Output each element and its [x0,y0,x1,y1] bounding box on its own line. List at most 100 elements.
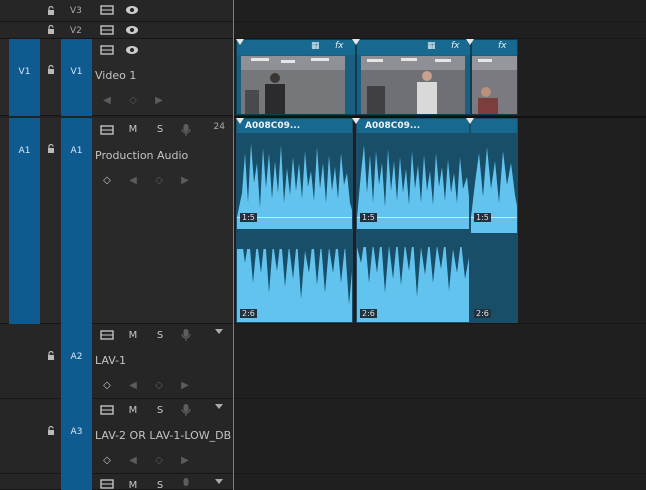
fx-badge: fx [451,41,460,51]
mute-button[interactable]: M [126,124,140,136]
prev-keyframe-icon[interactable]: ◀ [126,380,140,392]
mic-icon[interactable] [179,328,193,341]
track-target-a2[interactable]: A2 [61,324,92,399]
collapse-icon[interactable] [215,329,223,334]
mute-button[interactable]: M [126,480,140,490]
track-name-a2[interactable]: LAV-1 [95,354,126,367]
track-name-a3[interactable]: LAV-2 OR LAV-1-LOW_DB [95,429,231,442]
mic-icon[interactable] [179,403,193,416]
solo-button[interactable]: S [153,480,167,490]
keyframe-icon[interactable]: ◇ [100,380,114,392]
track-name-a1[interactable]: Production Audio [95,149,188,162]
playhead[interactable] [233,0,234,490]
track-target-a3[interactable]: A3 [61,399,92,474]
clip-header: fx [472,40,517,55]
add-keyframe-icon[interactable]: ◇ [152,455,166,467]
solo-button[interactable]: S [153,405,167,417]
edit-point-marker[interactable] [352,118,360,124]
lock-icon[interactable] [46,25,56,35]
next-keyframe-icon[interactable]: ▶ [178,380,192,392]
collapse-icon[interactable] [215,479,223,484]
video-clip[interactable]: fx ▦ [236,39,356,115]
channel-label: 2:6 [474,309,491,318]
clip-header: fx ▦ [357,40,470,55]
track-a2: A2 M S LAV-1 ◇ ◀ ◇ ▶ [0,324,233,399]
add-keyframe-icon[interactable]: ◇ [152,175,166,187]
track-a3: A3 M S LAV-2 OR LAV-1-LOW_DB ◇ ◀ ◇ ▶ [0,399,233,474]
track-target-a1[interactable]: A1 [61,118,92,324]
waveform [471,133,517,322]
prev-keyframe-icon[interactable]: ◀ [126,175,140,187]
mic-icon[interactable] [179,477,193,489]
lock-icon[interactable] [46,351,56,361]
track-v3: V3 [0,0,233,22]
solo-button[interactable]: S [153,124,167,136]
edit-point-marker[interactable] [466,118,474,124]
fx-badge: fx [335,41,344,51]
source-target-v1[interactable]: V1 [9,39,40,116]
lock-icon[interactable] [46,144,56,154]
mic-icon[interactable] [179,123,193,136]
track-v2: V2 [0,22,233,39]
merge-icon: ▦ [427,41,436,51]
eye-icon[interactable] [125,4,139,16]
mute-button[interactable]: M [126,405,140,417]
track-v2-label: V2 [70,26,82,36]
next-keyframe-icon[interactable]: ▶ [152,95,166,107]
video-thumbnail [472,56,517,114]
track-name-v1[interactable]: Video 1 [95,69,136,82]
video-clip[interactable]: fx [471,39,518,115]
sync-lock-icon[interactable] [100,4,114,16]
clip-name: A008C09... [245,121,301,131]
video-clip[interactable]: fx ▦ [356,39,471,115]
track-divider [233,398,646,399]
track-divider [233,473,646,474]
waveform [237,133,352,305]
solo-button[interactable]: S [153,330,167,342]
sync-lock-icon[interactable] [100,24,114,36]
clip-header: fx ▦ [237,40,355,55]
lock-icon[interactable] [46,65,56,75]
channel-label: 1:5 [360,213,377,222]
merge-icon: ▦ [311,41,320,51]
keyframe-icon[interactable]: ◇ [100,175,114,187]
eye-icon[interactable] [125,24,139,36]
audio-clip[interactable]: 1:5 2:6 [470,118,518,323]
channel-label: 1:5 [240,213,257,222]
edit-point-marker[interactable] [236,39,244,45]
track-target-v1[interactable]: V1 [61,39,92,116]
lock-icon[interactable] [46,6,56,16]
edit-point-marker[interactable] [466,39,474,45]
mute-button[interactable]: M [126,330,140,342]
channel-label: 1:5 [474,213,491,222]
sync-lock-icon[interactable] [100,44,114,56]
clip-name: A008C09... [365,121,421,131]
next-keyframe-icon[interactable]: ▶ [178,455,192,467]
waveform [357,133,469,297]
track-v3-label: V3 [70,6,82,16]
audio-clip[interactable]: A008C09... 1:5 2:6 [356,118,470,323]
sync-lock-icon[interactable] [100,478,114,490]
edit-point-marker[interactable] [352,39,360,45]
add-keyframe-icon[interactable]: ◇ [152,380,166,392]
lock-icon[interactable] [46,426,56,436]
collapse-icon[interactable] [215,404,223,409]
keyframe-icon[interactable]: ◇ [126,95,140,107]
prev-keyframe-icon[interactable]: ◀ [126,455,140,467]
sync-lock-icon[interactable] [100,404,114,416]
source-target-a1[interactable]: A1 [9,118,40,324]
video-thumbnail [361,56,465,114]
sync-lock-icon[interactable] [100,329,114,341]
track-a4: M S [0,474,233,490]
edit-point-marker[interactable] [236,118,244,124]
sync-lock-icon[interactable] [100,124,114,136]
keyframe-icon[interactable]: ◇ [100,455,114,467]
audio-clip[interactable]: A008C09... 1:5 2:6 [236,118,353,323]
eye-icon[interactable] [125,44,139,56]
video-thumbnail [241,56,345,114]
track-target-a4[interactable] [61,474,92,490]
prev-keyframe-icon[interactable]: ◀ [100,95,114,107]
fx-badge: fx [498,41,507,51]
channel-label: 2:6 [360,309,377,318]
next-keyframe-icon[interactable]: ▶ [178,175,192,187]
